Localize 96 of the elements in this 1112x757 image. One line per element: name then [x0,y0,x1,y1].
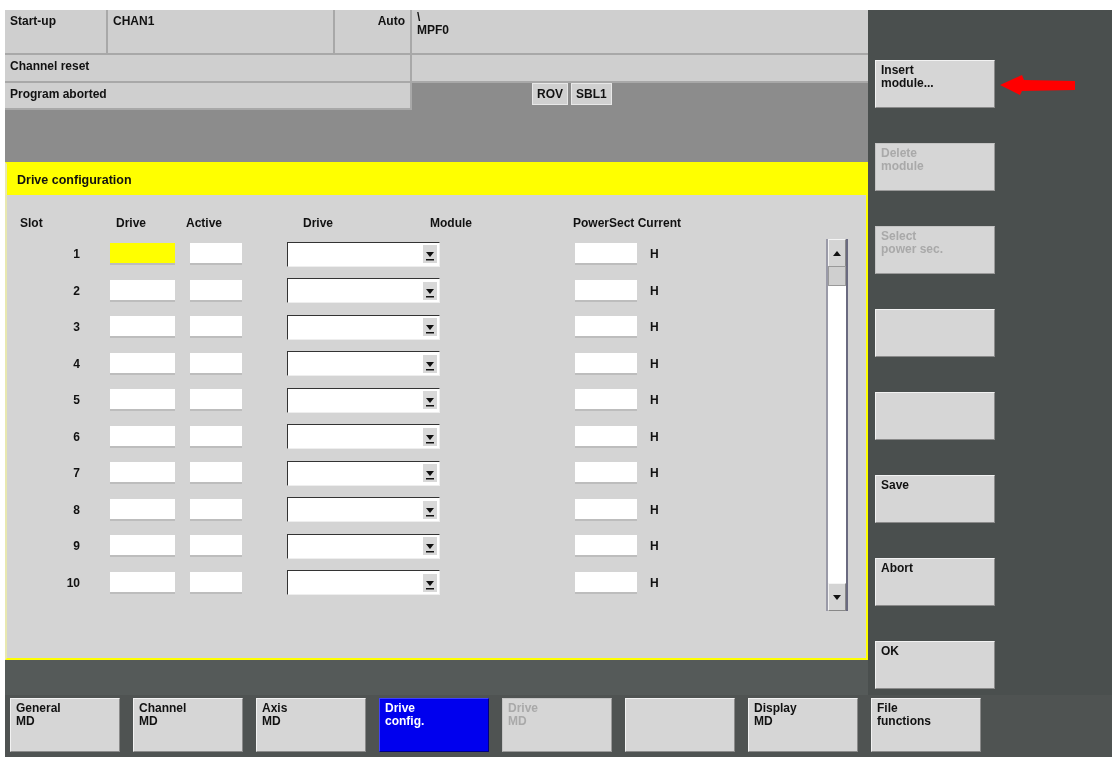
unit-label: H [650,466,659,481]
column-header: Active [186,216,224,230]
current-field[interactable] [575,425,637,448]
drive-field[interactable] [110,316,175,339]
drive-dropdown[interactable] [287,497,440,523]
drive-dropdown[interactable] [287,241,440,267]
drive-dropdown[interactable] [287,387,440,413]
program-name: MPF0 [417,23,450,37]
softkey-button[interactable] [625,698,735,752]
drive-field[interactable] [110,352,175,375]
unit-label: H [650,575,659,590]
slot-number: 10 [65,575,80,590]
pointer-arrow-icon [1000,73,1075,95]
active-field[interactable] [190,498,242,521]
slot-number: 3 [72,320,80,335]
down-arrow-icon [833,594,841,600]
active-field[interactable] [190,389,242,412]
current-field[interactable] [575,498,637,521]
column-header: Drive [303,216,335,230]
unit-label: H [650,320,659,335]
unit-label: H [650,247,659,262]
unit-label: H [650,539,659,554]
drive-field[interactable] [110,425,175,448]
unit-label: H [650,283,659,298]
operating-mode: Auto [335,10,412,55]
softkey-button[interactable]: Insert module... [875,60,995,108]
column-header: Drive [116,216,148,230]
softkey-button[interactable]: Drive config. [379,698,489,752]
softkey-button[interactable]: General MD [10,698,120,752]
mode-group-label: Start-up [5,10,108,55]
drive-dropdown[interactable] [287,424,440,450]
column-header: Slot [20,216,44,230]
unit-label: H [650,502,659,517]
dialog-title: Drive configuration [7,164,866,195]
drive-dropdown[interactable] [287,460,440,486]
current-field[interactable] [575,279,637,302]
softkey-button[interactable]: OK [875,641,995,689]
current-field[interactable] [575,571,637,594]
slot-number: 1 [72,247,80,262]
softkey-button[interactable]: Save [875,475,995,523]
slot-number: 6 [72,429,80,444]
channel-status: Channel reset [5,55,412,83]
drive-field[interactable] [110,535,175,558]
drive-dropdown[interactable] [287,278,440,304]
status-indicator: SBL1 [571,83,612,105]
current-field[interactable] [575,535,637,558]
softkey-button[interactable]: Axis MD [256,698,366,752]
softkey-button[interactable] [875,309,995,357]
column-header: PowerSect Current [573,216,682,230]
active-field[interactable] [190,243,242,266]
drive-dropdown[interactable] [287,351,440,377]
unit-label: H [650,356,659,371]
drive-field[interactable] [110,279,175,302]
drive-field[interactable] [110,462,175,485]
unit-label: H [650,429,659,444]
active-field[interactable] [190,316,242,339]
active-field[interactable] [190,571,242,594]
up-arrow-icon [833,250,841,256]
drive-dropdown[interactable] [287,533,440,559]
active-field[interactable] [190,279,242,302]
channel-name: CHAN1 [108,10,335,55]
active-field[interactable] [190,535,242,558]
slot-number: 5 [72,393,80,408]
slot-number: 4 [72,356,80,371]
program-status: Program aborted [5,83,412,110]
softkey-button[interactable]: Display MD [748,698,858,752]
drive-dropdown[interactable] [287,314,440,340]
active-field[interactable] [190,425,242,448]
softkey-button[interactable]: File functions [871,698,981,752]
program-path: \ [417,11,422,24]
scroll-thumb[interactable] [828,266,846,286]
softkey-button[interactable] [875,392,995,440]
slot-number: 7 [72,466,80,481]
softkey-button[interactable]: Channel MD [133,698,243,752]
drive-field[interactable] [110,571,175,594]
active-field[interactable] [190,462,242,485]
current-field[interactable] [575,389,637,412]
scroll-down-button[interactable] [828,583,846,611]
slot-number: 9 [72,539,80,554]
active-field[interactable] [190,352,242,375]
slot-number: 8 [72,502,80,517]
drive-dropdown[interactable] [287,570,440,596]
scroll-up-button[interactable] [828,239,846,267]
current-field[interactable] [575,316,637,339]
scrollbar[interactable] [826,239,848,611]
current-field[interactable] [575,462,637,485]
softkey-button[interactable]: Abort [875,558,995,606]
unit-label: H [650,393,659,408]
current-field[interactable] [575,352,637,375]
status-indicator: ROV [532,83,568,105]
drive-field[interactable] [110,498,175,521]
drive-field[interactable] [110,389,175,412]
drive-field[interactable] [110,243,175,266]
column-header: Module [430,216,473,230]
slot-number: 2 [72,283,80,298]
current-field[interactable] [575,243,637,266]
